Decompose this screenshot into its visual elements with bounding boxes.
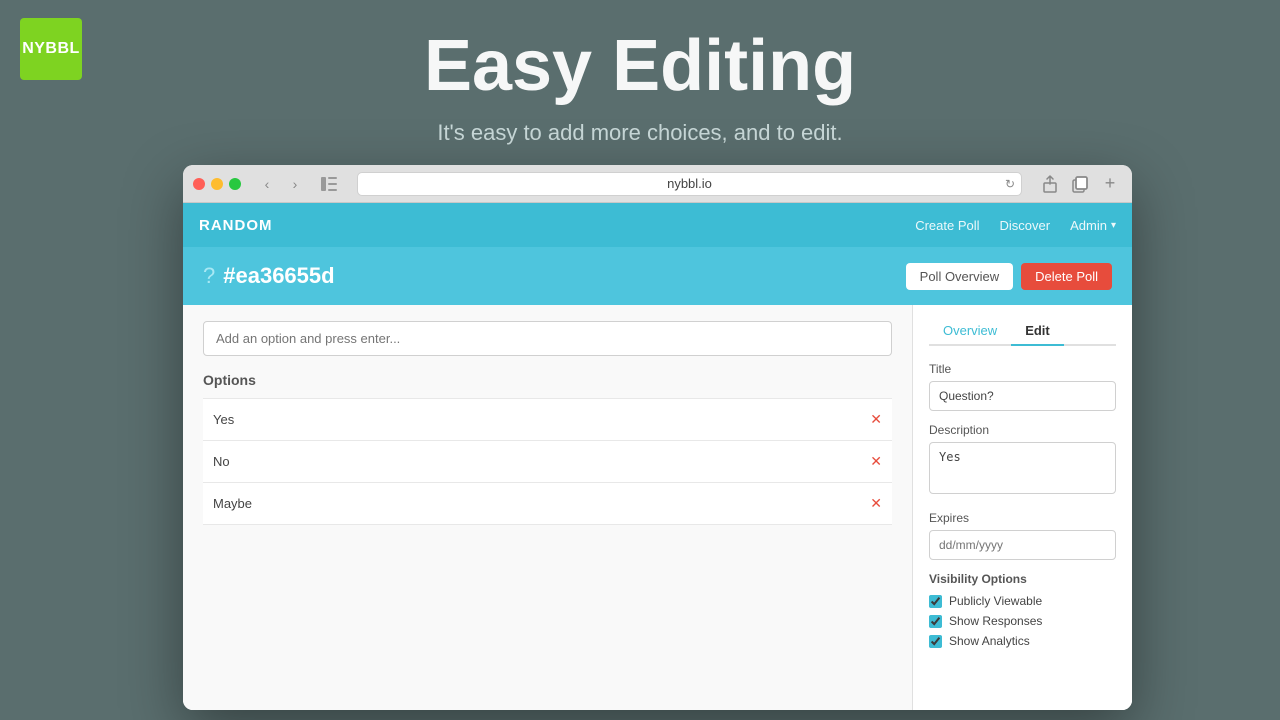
description-textarea[interactable]: Yes bbox=[929, 442, 1116, 494]
browser-window: ‹ › nybbl.io ↻ bbox=[183, 165, 1132, 710]
publicly-viewable-label: Publicly Viewable bbox=[949, 594, 1042, 608]
traffic-light-green[interactable] bbox=[229, 178, 241, 190]
option-delete-maybe[interactable]: ✕ bbox=[870, 495, 882, 512]
checkbox-publicly-viewable: Publicly Viewable bbox=[929, 594, 1116, 608]
nav-discover[interactable]: Discover bbox=[1000, 218, 1051, 233]
expires-input[interactable] bbox=[929, 530, 1116, 560]
description-label: Description bbox=[929, 423, 1116, 437]
show-analytics-label: Show Analytics bbox=[949, 634, 1030, 648]
poll-overview-button[interactable]: Poll Overview bbox=[906, 263, 1013, 290]
sidebar-toggle-button[interactable] bbox=[317, 172, 341, 196]
hero-subtitle: It's easy to add more choices, and to ed… bbox=[0, 120, 1280, 146]
checkbox-show-responses: Show Responses bbox=[929, 614, 1116, 628]
right-panel: Overview Edit Title Description Yes Expi… bbox=[912, 305, 1132, 710]
expires-label: Expires bbox=[929, 511, 1116, 525]
option-text-maybe: Maybe bbox=[213, 496, 252, 511]
delete-poll-button[interactable]: Delete Poll bbox=[1021, 263, 1112, 290]
duplicate-icon[interactable] bbox=[1068, 172, 1092, 196]
nav-brand: RANDOM bbox=[199, 217, 273, 234]
visibility-label: Visibility Options bbox=[929, 572, 1116, 586]
option-item: No ✕ bbox=[203, 441, 892, 483]
forward-button[interactable]: › bbox=[283, 172, 307, 196]
option-text-no: No bbox=[213, 454, 230, 469]
options-list: Yes ✕ No ✕ Maybe ✕ bbox=[203, 398, 892, 525]
tab-edit[interactable]: Edit bbox=[1011, 317, 1064, 346]
left-panel: Options Yes ✕ No ✕ Maybe ✕ bbox=[183, 305, 912, 710]
nav-create-poll[interactable]: Create Poll bbox=[915, 218, 979, 233]
address-bar[interactable]: nybbl.io ↻ bbox=[357, 172, 1022, 196]
app-nav: RANDOM Create Poll Discover Admin ▾ bbox=[183, 203, 1132, 247]
new-tab-button[interactable]: + bbox=[1098, 172, 1122, 196]
admin-chevron-icon: ▾ bbox=[1111, 220, 1116, 231]
tab-overview[interactable]: Overview bbox=[929, 317, 1011, 346]
app-content: RANDOM Create Poll Discover Admin ▾ ? #e… bbox=[183, 203, 1132, 710]
publicly-viewable-checkbox[interactable] bbox=[929, 595, 942, 608]
browser-chrome: ‹ › nybbl.io ↻ bbox=[183, 165, 1132, 203]
option-text-yes: Yes bbox=[213, 412, 234, 427]
traffic-light-yellow[interactable] bbox=[211, 178, 223, 190]
poll-header: ? #ea36655d Poll Overview Delete Poll bbox=[183, 247, 1132, 305]
option-item: Maybe ✕ bbox=[203, 483, 892, 525]
app-body: Options Yes ✕ No ✕ Maybe ✕ bbox=[183, 305, 1132, 710]
poll-id: #ea36655d bbox=[223, 263, 334, 289]
browser-actions: + bbox=[1038, 172, 1122, 196]
tabs: Overview Edit bbox=[929, 317, 1116, 346]
title-input[interactable] bbox=[929, 381, 1116, 411]
nav-admin[interactable]: Admin ▾ bbox=[1070, 218, 1116, 233]
hero-title: Easy Editing bbox=[0, 25, 1280, 107]
traffic-light-red[interactable] bbox=[193, 178, 205, 190]
poll-actions: Poll Overview Delete Poll bbox=[906, 263, 1112, 290]
nav-links: Create Poll Discover Admin ▾ bbox=[915, 218, 1116, 233]
poll-question-icon: ? bbox=[203, 263, 215, 289]
show-analytics-checkbox[interactable] bbox=[929, 635, 942, 648]
show-responses-checkbox[interactable] bbox=[929, 615, 942, 628]
back-button[interactable]: ‹ bbox=[255, 172, 279, 196]
add-option-input[interactable] bbox=[203, 321, 892, 356]
option-item: Yes ✕ bbox=[203, 398, 892, 441]
options-label: Options bbox=[203, 372, 892, 388]
browser-nav: ‹ › bbox=[255, 172, 307, 196]
share-icon[interactable] bbox=[1038, 172, 1062, 196]
title-label: Title bbox=[929, 362, 1116, 376]
checkbox-show-analytics: Show Analytics bbox=[929, 634, 1116, 648]
url-text: nybbl.io bbox=[667, 176, 712, 191]
refresh-icon[interactable]: ↻ bbox=[1005, 177, 1015, 191]
show-responses-label: Show Responses bbox=[949, 614, 1042, 628]
option-delete-yes[interactable]: ✕ bbox=[870, 411, 882, 428]
option-delete-no[interactable]: ✕ bbox=[870, 453, 882, 470]
